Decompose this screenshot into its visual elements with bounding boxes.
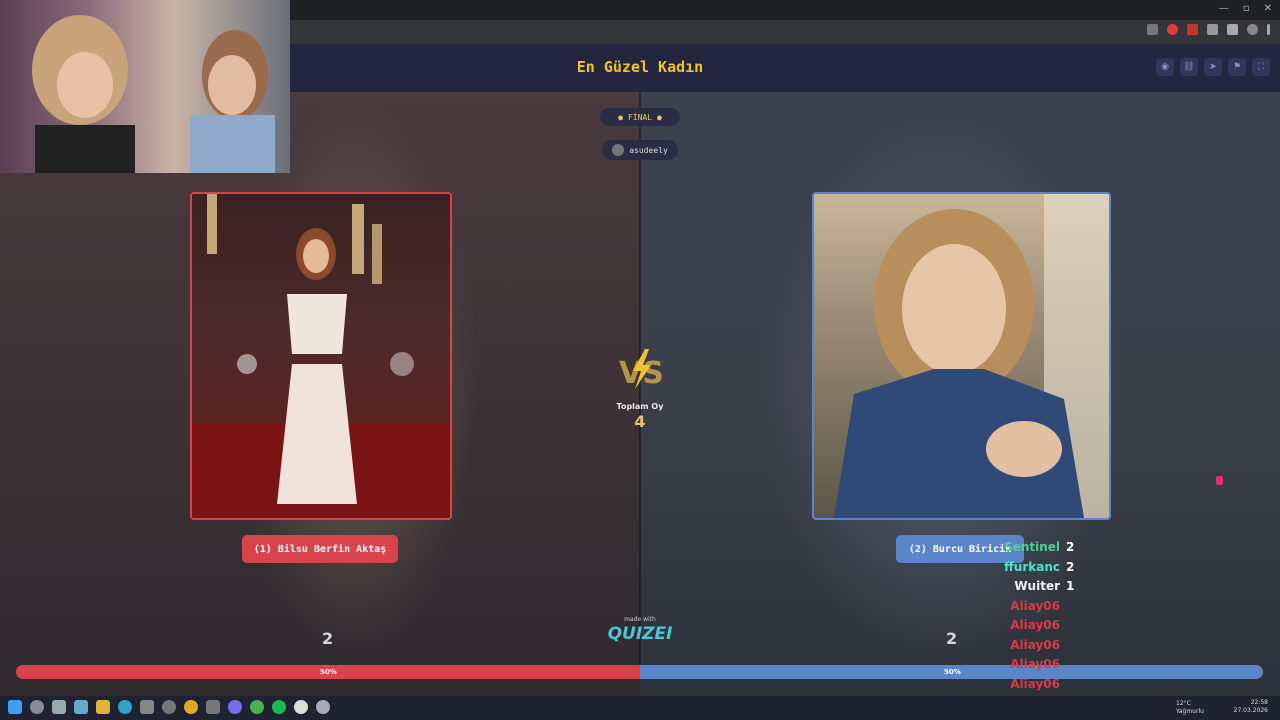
puzzle-icon[interactable] [1227, 24, 1238, 35]
eye-icon[interactable]: ◉ [1156, 58, 1174, 76]
total-votes-value: 4 [634, 412, 646, 431]
webcam-image [32, 15, 275, 173]
chat-username: Sentinel [1004, 540, 1060, 554]
browser-extension-icons [1147, 24, 1270, 35]
contestant-image-left [192, 194, 450, 518]
header-actions: ◉ ⛓ ➤ ⚑ ⛶ [1156, 58, 1270, 76]
chat-username: Aliay06 [1010, 637, 1060, 652]
creator-badge[interactable]: asudeely [602, 140, 678, 160]
chat-username: ffurkanc [1004, 559, 1060, 574]
chat-username: Aliay06 [1010, 657, 1060, 671]
search-icon[interactable] [30, 700, 44, 714]
creator-name: asudeely [629, 145, 668, 155]
windows-start-icon[interactable] [8, 700, 22, 714]
extension-icon[interactable] [1207, 24, 1218, 35]
bookmark-star-icon[interactable] [1147, 24, 1158, 35]
file-explorer-icon[interactable] [96, 700, 110, 714]
clock-date: 27.03.2026 [1233, 707, 1268, 714]
vote-button-left[interactable]: (1) Bilsu Berfin Aktaş [242, 535, 398, 563]
chat-count: 2 [1066, 559, 1075, 574]
total-votes-label: Toplam Oy [616, 402, 664, 411]
vote-count-right: 2 [946, 629, 958, 648]
camera-icon[interactable] [206, 700, 220, 714]
fire-icon: ● [657, 112, 662, 122]
fullscreen-icon[interactable]: ⛶ [1252, 58, 1270, 76]
chrome-icon[interactable] [184, 700, 198, 714]
chat-message: Aliay06 [1010, 599, 1080, 613]
fire-icon: ● [618, 112, 623, 122]
store-icon[interactable] [140, 700, 154, 714]
xbox-icon[interactable] [250, 700, 264, 714]
settings-icon[interactable] [162, 700, 176, 714]
chat-message: Aliay06 [1010, 638, 1080, 652]
chat-message: Wuiter 1 [1014, 579, 1080, 593]
chat-count: 1 [1066, 579, 1075, 593]
weather-desc: Yağmurlu [1176, 708, 1204, 715]
chat-username: Aliay06 [1010, 598, 1060, 613]
task-view-icon[interactable] [52, 700, 66, 714]
chat-message: ffurkanc 2 [1004, 560, 1080, 574]
spotify-icon[interactable] [272, 700, 286, 714]
chat-message: Aliay06 [1010, 657, 1080, 671]
flag-icon[interactable]: ⚑ [1228, 58, 1246, 76]
made-with-label: made with [624, 616, 656, 623]
round-badge: ● FİNAL ● [600, 108, 680, 126]
weather-widget[interactable]: 12°C Yağmurlu [1176, 700, 1204, 716]
chat-message: Aliay06 [1010, 677, 1080, 691]
chat-message: Sentinel 2 [1004, 540, 1080, 554]
avatar [612, 144, 625, 156]
close-icon[interactable]: ✕ [1264, 3, 1272, 14]
vote-count-left: 2 [322, 629, 334, 648]
round-label: FİNAL [627, 112, 653, 122]
profile-icon[interactable] [1247, 24, 1258, 35]
chat-message: Aliay06 [1010, 618, 1080, 632]
taskbar-apps [8, 700, 330, 714]
send-icon[interactable]: ➤ [1204, 58, 1222, 76]
percent-right: 50% [944, 668, 961, 676]
contestant-card-right[interactable] [812, 192, 1111, 520]
steam-icon[interactable] [316, 700, 330, 714]
system-clock[interactable]: 22:58 27.03.2026 [1234, 699, 1268, 715]
restore-icon[interactable]: ▫ [1243, 3, 1250, 14]
chat-username: Aliay06 [1010, 618, 1060, 632]
discord-icon[interactable] [228, 700, 242, 714]
edge-icon[interactable] [118, 700, 132, 714]
minimize-icon[interactable]: — [1219, 3, 1229, 14]
cursor-icon [1216, 476, 1223, 485]
brand-logo[interactable]: QUIZEI [605, 624, 675, 644]
weather-temp: 12°C [1176, 700, 1191, 707]
record-extension-icon[interactable] [1167, 24, 1178, 35]
vs-logo-icon: VS [619, 349, 664, 391]
contestant-image-right [834, 194, 1109, 518]
chat-username: Aliay06 [1010, 676, 1060, 691]
percent-left: 50% [320, 668, 337, 676]
clock-time: 22:58 [1250, 699, 1268, 706]
chat-count: 2 [1066, 540, 1075, 554]
extension-icon[interactable] [1187, 24, 1198, 35]
contestant-card-left[interactable] [190, 192, 452, 520]
webcam-overlay [0, 0, 290, 173]
widgets-icon[interactable] [74, 700, 88, 714]
chat-username: Wuiter [1014, 579, 1060, 593]
menu-icon[interactable] [1267, 24, 1270, 35]
obs-icon[interactable] [294, 700, 308, 714]
link-icon[interactable]: ⛓ [1180, 58, 1198, 76]
window-controls: — ▫ ✕ [1219, 3, 1272, 14]
